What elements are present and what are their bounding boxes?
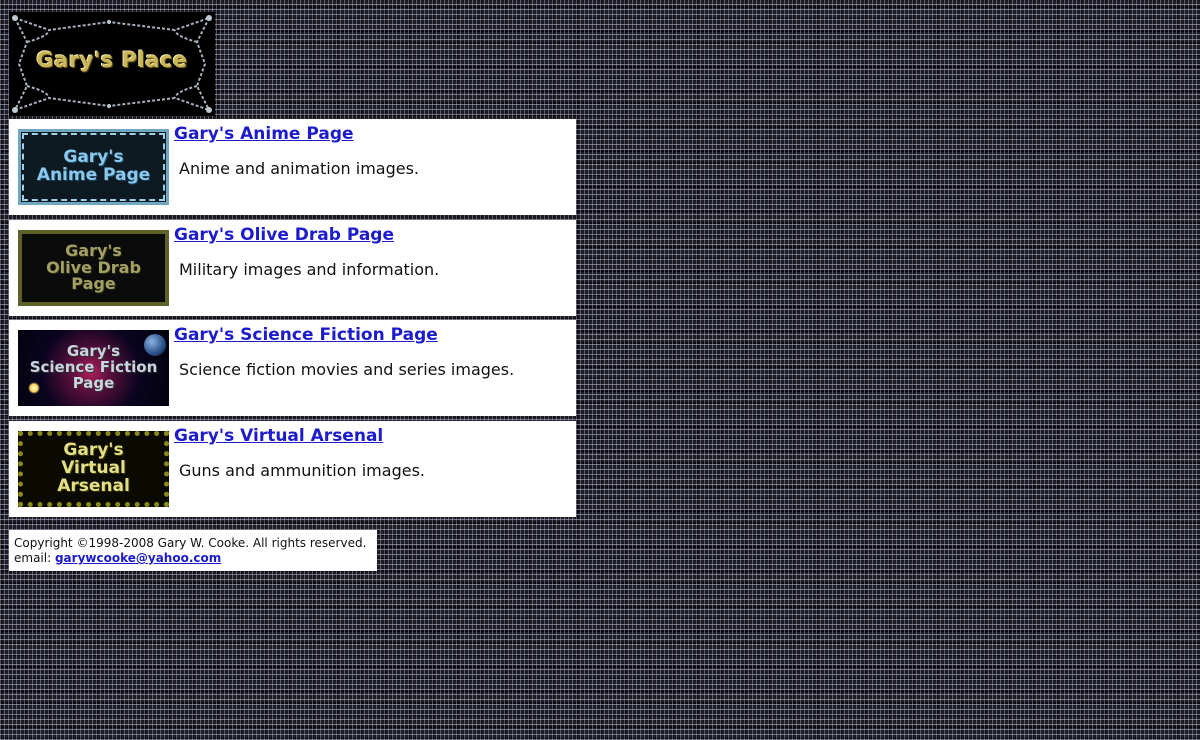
- anime-page-description: Anime and animation images.: [179, 159, 420, 178]
- science-fiction-banner-text: Gary's Science Fiction Page: [29, 342, 158, 392]
- copyright-text: Copyright ©1998-2008 Gary W. Cooke. All …: [14, 536, 367, 550]
- logo-text: Gary's Place: [36, 48, 188, 72]
- virtual-arsenal-page-description: Guns and ammunition images.: [179, 461, 425, 480]
- olive-drab-page-link[interactable]: Gary's Olive Drab Page: [174, 225, 394, 245]
- science-fiction-page-link[interactable]: Gary's Science Fiction Page: [174, 325, 438, 345]
- science-fiction-page-description: Science fiction movies and series images…: [179, 360, 515, 379]
- anime-banner-image[interactable]: Gary's Anime Page: [18, 129, 169, 205]
- olive-drab-banner-text: Gary's Olive Drab Page: [46, 240, 141, 294]
- virtual-arsenal-banner-text: Gary's Virtual Arsenal: [57, 440, 130, 496]
- anime-banner-text: Gary's Anime Page: [36, 147, 151, 185]
- site-logo: Gary's Place: [9, 12, 215, 116]
- list-item-virtual-arsenal: Gary's Virtual Arsenal Gary's Virtual Ar…: [9, 421, 576, 517]
- anime-page-link[interactable]: Gary's Anime Page: [174, 124, 354, 144]
- virtual-arsenal-banner-image[interactable]: Gary's Virtual Arsenal: [18, 431, 169, 507]
- list-item-olive-drab: Gary's Olive Drab Page Gary's Olive Drab…: [9, 220, 576, 316]
- email-link[interactable]: garywcooke@yahoo.com: [55, 551, 221, 565]
- list-item-science-fiction: Gary's Science Fiction Page Gary's Scien…: [9, 320, 576, 416]
- email-label: email:: [14, 551, 52, 565]
- email-line: email: garywcooke@yahoo.com: [14, 551, 372, 566]
- olive-drab-banner-image[interactable]: Gary's Olive Drab Page: [18, 230, 169, 306]
- virtual-arsenal-page-link[interactable]: Gary's Virtual Arsenal: [174, 426, 383, 446]
- list-item-anime: Gary's Anime Page Gary's Anime Page Anim…: [9, 119, 576, 215]
- footer: Copyright ©1998-2008 Gary W. Cooke. All …: [9, 530, 377, 571]
- olive-drab-page-description: Military images and information.: [179, 260, 440, 279]
- science-fiction-banner-image[interactable]: Gary's Science Fiction Page: [18, 330, 169, 406]
